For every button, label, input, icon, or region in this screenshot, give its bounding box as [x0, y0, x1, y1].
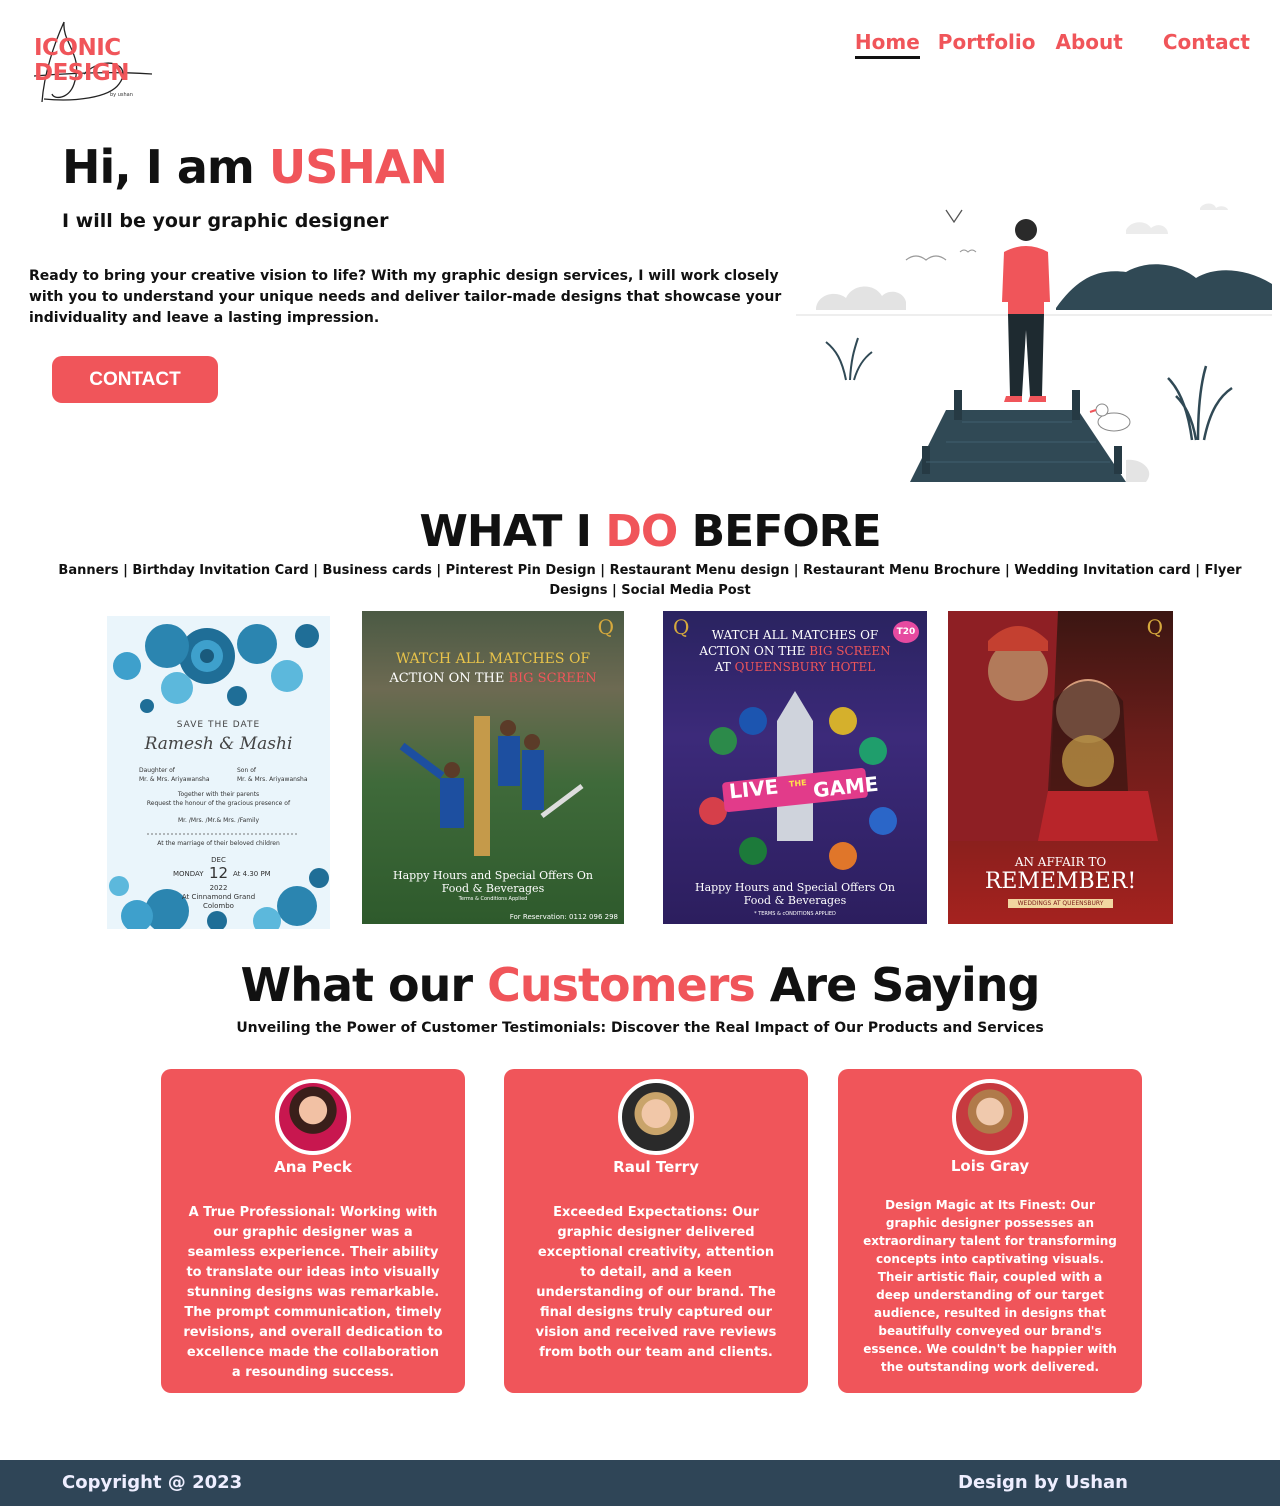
- flyer2-headline2b: BIG SCREEN: [809, 644, 891, 658]
- logo-line1: ICONIC: [34, 35, 121, 61]
- testimonial-name: Ana Peck: [274, 1158, 352, 1176]
- testimonial-card: Ana Peck A True Professional: Working wi…: [161, 1069, 465, 1393]
- flyer2-offer1: Happy Hours and Special Offers On: [694, 881, 895, 894]
- hero-greeting: Hi, I am: [62, 140, 269, 194]
- logo-tagline: by ushan: [110, 92, 133, 98]
- invite-names: Ramesh & Mashi: [144, 734, 293, 754]
- portfolio-card-invitation[interactable]: SAVE THE DATE Ramesh & Mashi Daughter of…: [107, 616, 330, 929]
- flyer1-offer1: Happy Hours and Special Offers On: [392, 869, 593, 882]
- testimonial-quote: Exceeded Expectations: Our graphic desig…: [535, 1205, 777, 1360]
- cricket-players-icon: [399, 716, 584, 856]
- invite-heading: SAVE THE DATE: [176, 720, 261, 730]
- flyer1-headline2a: ACTION ON THE: [389, 671, 509, 686]
- footer: Copyright @ 2023 Design by Ushan: [0, 1460, 1280, 1506]
- couple-photo-icon: [948, 611, 1158, 841]
- flyer2-headline2a: ACTION ON THE: [699, 644, 810, 658]
- invite-right-parents: Mr. & Mrs. Ariyawansha: [237, 776, 308, 783]
- flyer1-headline1: WATCH ALL MATCHES OF: [395, 651, 591, 667]
- work-section-title: WHAT I DO BEFORE: [0, 506, 1280, 557]
- nav-home[interactable]: Home: [854, 30, 920, 59]
- invite-date: 12: [208, 864, 229, 882]
- nav-contact[interactable]: Contact: [1163, 30, 1250, 59]
- testimonial-quote: A True Professional: Working with our gr…: [183, 1205, 443, 1380]
- main-nav: Home Portfolio About Contact: [854, 30, 1250, 59]
- portfolio-card-flyer-stadium[interactable]: Q WATCH ALL MATCHES OF ACTION ON THE BIG…: [362, 611, 624, 924]
- invite-line1: Together with their parents: [177, 791, 260, 798]
- flyer1-terms: Terms & Conditions Applied: [458, 896, 528, 902]
- avatar: [952, 1079, 1028, 1155]
- testimonial-card: Raul Terry Exceeded Expectations: Our gr…: [504, 1069, 808, 1393]
- hero-name: USHAN: [268, 140, 448, 194]
- invite-left-label: Daughter of: [139, 767, 175, 774]
- testimonials-title-before: What our: [240, 958, 488, 1012]
- footer-copyright: Copyright @ 2023: [62, 1472, 243, 1493]
- hero-illustration: [796, 190, 1272, 490]
- contact-button[interactable]: CONTACT: [52, 356, 218, 403]
- hero-description: Ready to bring your creative vision to l…: [29, 268, 782, 326]
- flyer2-headline1: WATCH ALL MATCHES OF: [711, 628, 879, 642]
- design-categories: Banners | Birthday Invitation Card | Bus…: [58, 563, 1242, 598]
- invite-year: 2022: [209, 884, 228, 892]
- live-text: LIVE: [727, 774, 780, 804]
- testimonials-title-after: Are Saying: [754, 958, 1041, 1012]
- flyer2-headline3b: QUEENSBURY HOTEL: [734, 660, 876, 674]
- nav-portfolio[interactable]: Portfolio: [938, 30, 1036, 59]
- flyer2-offer2: Food & Beverages: [743, 894, 847, 907]
- flyer1-headline2b: BIG SCREEN: [508, 671, 597, 686]
- logo-line2: DESIGN: [34, 60, 130, 86]
- invite-line4: At the marriage of their beloved childre…: [157, 840, 280, 847]
- flyer2-headline3a: AT: [714, 660, 735, 674]
- flyer2-terms: * TERMS & cONDITIONS APPLIED: [754, 911, 836, 917]
- the-text: THE: [788, 778, 808, 789]
- work-title-accent: DO: [605, 506, 678, 557]
- avatar: [618, 1079, 694, 1155]
- invite-line2: Request the honour of the gracious prese…: [146, 800, 291, 807]
- testimonial-card: Lois Gray Design Magic at Its Finest: Ou…: [838, 1069, 1142, 1393]
- testimonial-quote: Design Magic at Its Finest: Our graphic …: [863, 1198, 1117, 1374]
- invite-city: Colombo: [203, 902, 234, 910]
- wedding-line1: AN AFFAIR TO: [1014, 855, 1107, 869]
- avatar: [275, 1079, 351, 1155]
- invite-left-parents: Mr. & Mrs. Ariyawansha: [139, 776, 210, 783]
- invite-line3: Mr. /Mrs. /Mr.& Mrs. /Family: [177, 817, 260, 824]
- work-title-after: BEFORE: [677, 506, 882, 557]
- footer-credit: Design by Ushan: [958, 1472, 1128, 1493]
- hero-subtitle: I will be your graphic designer: [62, 210, 389, 232]
- hero-title: Hi, I am USHAN: [62, 140, 448, 194]
- portfolio-card-wedding[interactable]: Q AN AFFAIR TO REMEMBER! WEDDINGS AT QUE…: [948, 611, 1173, 924]
- testimonial-name: Lois Gray: [950, 1157, 1030, 1175]
- testimonials-subtitle: Unveiling the Power of Customer Testimon…: [236, 1020, 1044, 1036]
- invite-time: At 4.30 PM: [233, 870, 271, 878]
- invite-month: DEC: [211, 856, 226, 864]
- flyer1-offer2: Food & Beverages: [441, 882, 545, 895]
- work-title-before: WHAT I: [419, 506, 606, 557]
- flyer1-reservation: For Reservation: 0112 096 298: [509, 913, 618, 921]
- testimonials-title: What our Customers Are Saying: [0, 958, 1280, 1012]
- wedding-line3: WEDDINGS AT QUEENSBURY: [1008, 899, 1113, 908]
- testimonial-name: Raul Terry: [613, 1158, 699, 1176]
- testimonials-title-accent: Customers: [487, 958, 756, 1012]
- invite-venue: At Cinnamond Grand: [181, 893, 256, 901]
- wedding-line2: REMEMBER!: [984, 869, 1137, 894]
- hotel-logo-icon: Q: [597, 615, 614, 639]
- hotel-logo-icon: Q: [1146, 615, 1163, 639]
- brand-logo[interactable]: ICONIC DESIGN by ushan: [24, 14, 164, 108]
- nav-about[interactable]: About: [1056, 30, 1123, 59]
- portfolio-card-flyer-t20[interactable]: Q T20 WATCH ALL MATCHES OF ACTION ON THE…: [663, 611, 927, 924]
- invite-right-label: Son of: [237, 767, 256, 774]
